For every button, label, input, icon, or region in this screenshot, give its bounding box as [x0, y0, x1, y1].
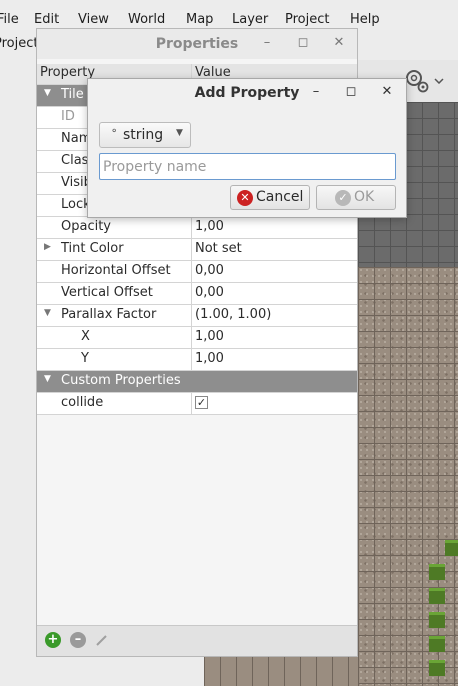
minimize-button[interactable]: – — [308, 84, 324, 99]
grass-tile — [429, 588, 445, 604]
property-name-input[interactable] — [99, 153, 396, 180]
type-select-value: string — [123, 127, 164, 143]
table-row[interactable]: Horizontal Offset 0,00 — [37, 261, 357, 283]
properties-titlebar[interactable]: Properties – ◻ ✕ — [37, 29, 357, 59]
property-value[interactable]: 0,00 — [195, 263, 224, 278]
table-row[interactable]: Y 1,00 — [37, 349, 357, 371]
collapse-arrow-icon[interactable]: ▼ — [44, 308, 51, 318]
property-name: Opacity — [61, 219, 112, 234]
grass-tile — [429, 660, 445, 676]
ok-label: OK — [354, 189, 375, 205]
table-row[interactable]: Opacity 1,00 — [37, 217, 357, 239]
type-select[interactable]: ⚬ string ▼ — [99, 122, 191, 148]
add-property-dialog: Add Property – ◻ ✕ ⚬ string ▼ ✕ Cancel ✓… — [87, 78, 407, 218]
collide-checkbox[interactable]: ✓ — [195, 396, 208, 409]
menu-help[interactable]: Help — [350, 12, 380, 27]
group-custom-properties[interactable]: ▼ Custom Properties — [37, 371, 357, 393]
property-name: X — [81, 329, 90, 344]
string-type-icon: ⚬ — [110, 126, 119, 137]
close-button[interactable]: ✕ — [331, 35, 347, 50]
property-name: Horizontal Offset — [61, 263, 171, 278]
menu-file[interactable]: File — [0, 12, 19, 27]
grass-tile — [429, 612, 445, 628]
rename-icon[interactable] — [95, 633, 109, 647]
menu-world[interactable]: World — [128, 12, 165, 27]
table-row[interactable]: X 1,00 — [37, 327, 357, 349]
menu-map[interactable]: Map — [186, 12, 213, 27]
menu-layer[interactable]: Layer — [232, 12, 268, 27]
property-value[interactable]: 1,00 — [195, 351, 224, 366]
table-row[interactable]: ▼ Parallax Factor (1.00, 1.00) — [37, 305, 357, 327]
property-value[interactable]: Not set — [195, 241, 242, 256]
expand-arrow-icon[interactable]: ▶ — [44, 242, 51, 252]
chevron-down-icon: ▼ — [176, 128, 183, 138]
property-name: Vertical Offset — [61, 285, 153, 300]
menu-view[interactable]: View — [78, 12, 109, 27]
grass-tile — [429, 636, 445, 652]
menu-project[interactable]: Project — [285, 12, 329, 27]
property-name: Tint Color — [61, 241, 124, 256]
menu-bar: File Edit View World Map Layer Project H… — [0, 10, 458, 30]
ok-icon: ✓ — [335, 190, 351, 206]
chevron-down-icon[interactable] — [434, 78, 444, 84]
property-name: collide — [61, 395, 104, 410]
grass-tile — [429, 564, 445, 580]
property-name: Y — [81, 351, 89, 366]
add-icon[interactable]: + — [45, 632, 61, 648]
group-label: Custom Properties — [61, 373, 181, 388]
property-name: ID — [61, 109, 75, 124]
cancel-button[interactable]: ✕ Cancel — [230, 185, 310, 210]
grass-tile — [445, 540, 458, 556]
table-row[interactable]: ▶ Tint Color Not set — [37, 239, 357, 261]
properties-footer: + – — [37, 625, 357, 656]
maximize-button[interactable]: ◻ — [343, 84, 359, 99]
property-value[interactable]: 0,00 — [195, 285, 224, 300]
cancel-icon: ✕ — [237, 190, 253, 206]
menu-edit[interactable]: Edit — [34, 12, 59, 27]
project-panel-title: Project — [0, 36, 39, 51]
property-value[interactable]: (1.00, 1.00) — [195, 307, 271, 322]
ok-button[interactable]: ✓ OK — [316, 185, 396, 210]
table-row[interactable]: Vertical Offset 0,00 — [37, 283, 357, 305]
group-label: Tile — [61, 87, 84, 102]
maximize-button[interactable]: ◻ — [295, 35, 311, 50]
table-row[interactable]: collide ✓ — [37, 393, 357, 415]
close-button[interactable]: ✕ — [379, 84, 395, 99]
property-value[interactable]: 1,00 — [195, 329, 224, 344]
stone-tiles — [204, 655, 358, 686]
minimize-button[interactable]: – — [259, 35, 275, 50]
property-name: Parallax Factor — [61, 307, 157, 322]
remove-icon[interactable]: – — [70, 632, 86, 648]
cancel-label: Cancel — [256, 189, 304, 205]
property-value[interactable]: 1,00 — [195, 219, 224, 234]
